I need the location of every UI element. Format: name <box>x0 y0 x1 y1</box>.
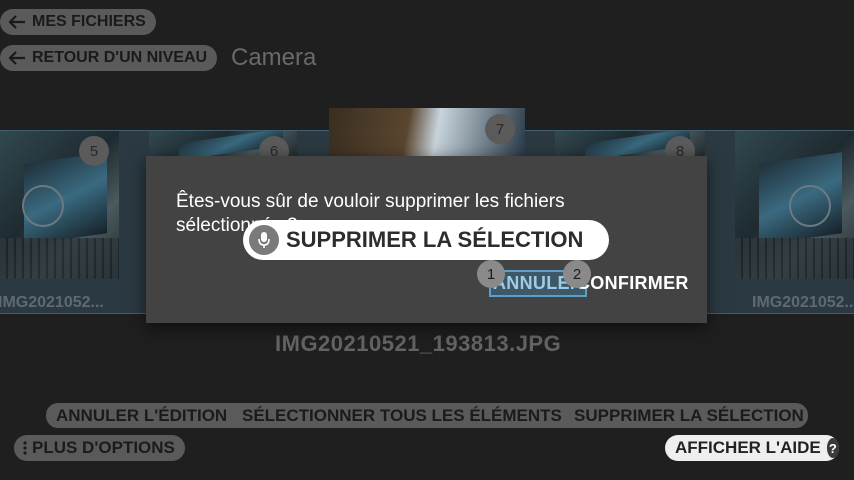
thumbnail-number: 5 <box>79 136 109 166</box>
more-options-button[interactable]: PLUS D'OPTIONS <box>14 435 185 461</box>
show-help-button[interactable]: AFFICHER L'AIDE ? <box>665 435 839 461</box>
voice-number-badge: 1 <box>477 260 505 288</box>
select-all-button[interactable]: SÉLECTIONNER TOUS LES ÉLÉMENTS <box>232 403 572 428</box>
delete-selection-button[interactable]: SUPPRIMER LA SÉLECTION <box>564 403 808 428</box>
arrow-left-icon <box>8 15 25 29</box>
confirm-button[interactable]: CONFIRMER <box>577 273 689 294</box>
more-vertical-icon <box>23 441 27 455</box>
thumbnail-filename: IMG2021052... <box>752 294 854 311</box>
select-checkbox[interactable] <box>22 185 64 227</box>
cancel-edit-button[interactable]: ANNULER L'ÉDITION <box>46 403 238 428</box>
current-file-name: IMG20210521_193813.JPG <box>275 331 562 356</box>
up-one-level-label: RETOUR D'UN NIVEAU <box>32 49 208 66</box>
up-one-level-button[interactable]: RETOUR D'UN NIVEAU <box>0 45 218 71</box>
arrow-left-icon <box>8 51 25 65</box>
more-options-label: PLUS D'OPTIONS <box>32 438 175 457</box>
my-files-button[interactable]: MES FICHIERS <box>0 9 156 35</box>
show-help-label: AFFICHER L'AIDE <box>675 438 821 457</box>
select-checkbox[interactable] <box>789 185 831 227</box>
folder-title: Camera <box>231 44 317 71</box>
help-icon: ? <box>826 438 839 458</box>
voice-number-badge: 2 <box>563 260 591 288</box>
voice-command-tooltip: SUPPRIMER LA SÉLECTION <box>243 220 609 260</box>
microphone-icon <box>249 225 279 255</box>
thumbnail-filename: IMG2021052... <box>0 294 104 311</box>
my-files-label: MES FICHIERS <box>32 13 146 30</box>
thumbnail-number: 7 <box>485 114 515 144</box>
voice-command-text: SUPPRIMER LA SÉLECTION <box>286 227 584 252</box>
